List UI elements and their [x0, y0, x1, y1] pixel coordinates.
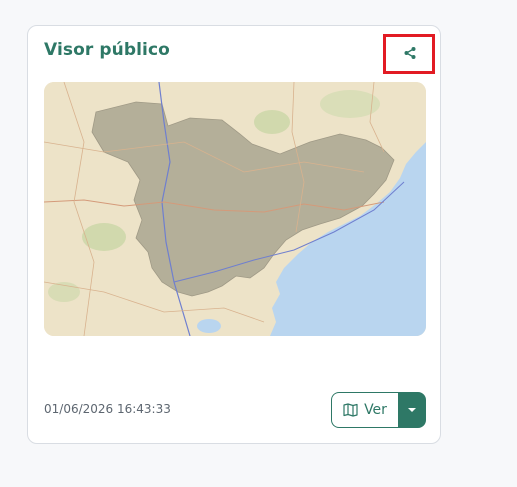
share-icon [404, 47, 416, 59]
view-button[interactable]: Ver [331, 392, 398, 428]
map-image [44, 82, 426, 336]
caret-down-icon [408, 408, 416, 412]
map-thumbnail[interactable] [44, 82, 426, 336]
view-button-group: Ver [331, 392, 426, 428]
card-title: Visor público [44, 40, 170, 60]
public-viewer-card: Visor público 01/06/2026 16:43:33 Ver [27, 25, 441, 444]
view-button-label: Ver [364, 402, 387, 418]
last-updated-timestamp: 01/06/2026 16:43:33 [44, 402, 171, 416]
view-options-dropdown[interactable] [398, 392, 426, 428]
map-icon [343, 403, 358, 417]
share-button[interactable] [401, 44, 419, 62]
